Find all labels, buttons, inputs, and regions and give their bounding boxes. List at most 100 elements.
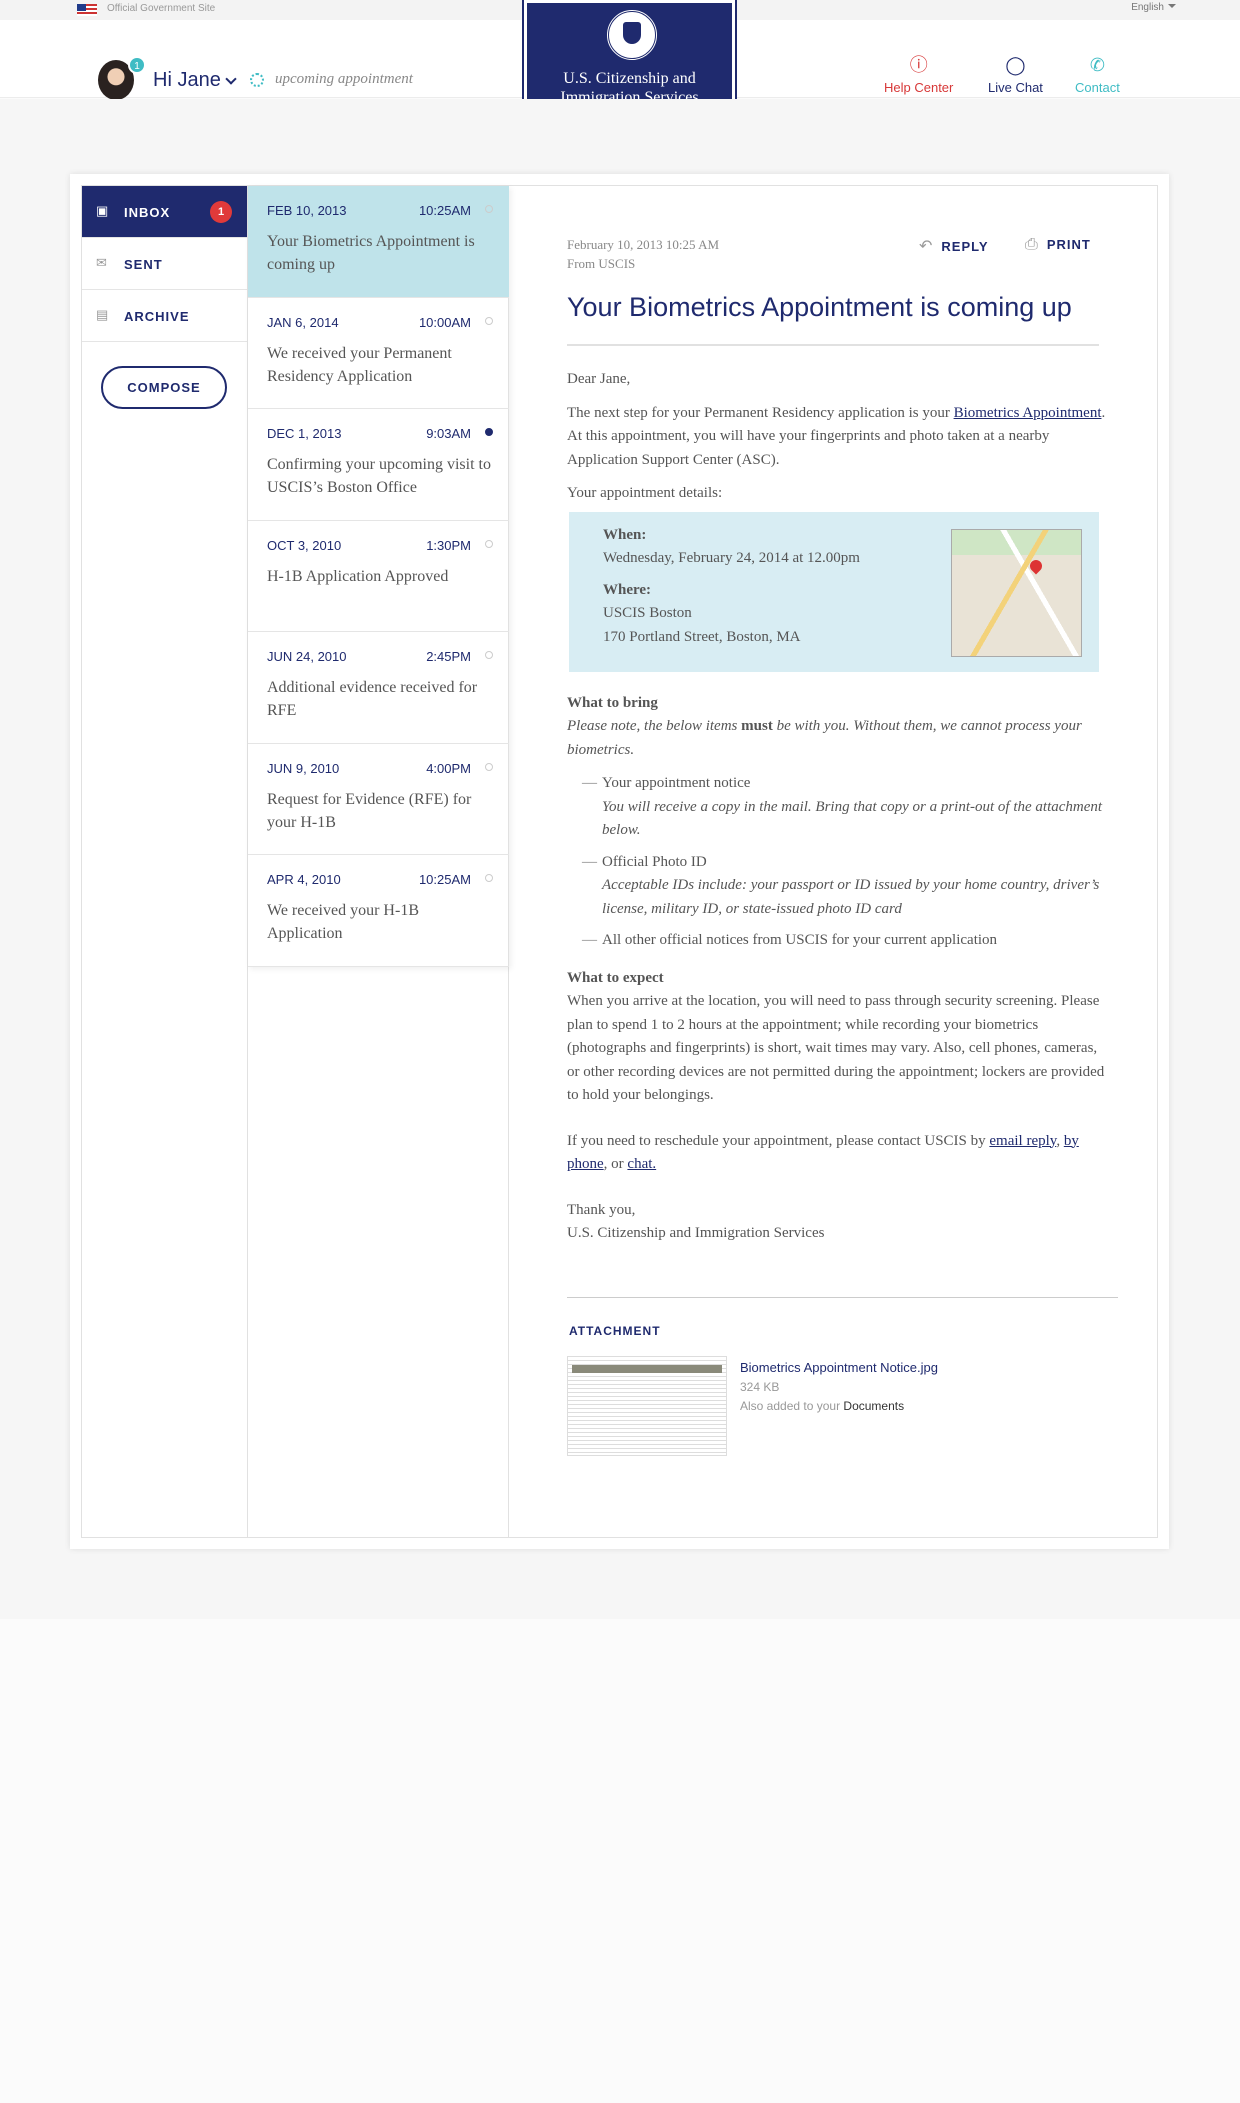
status-text[interactable]: upcoming appointment <box>275 71 413 88</box>
email-from: From USCIS <box>567 256 636 271</box>
expect-text: When you arrive at the location, you wil… <box>567 993 1105 1103</box>
bring-note: Please note, the below items must be wit… <box>567 718 1082 758</box>
seal-icon <box>606 9 658 61</box>
divider <box>567 1297 1118 1298</box>
chat-link[interactable]: chat. <box>627 1156 656 1172</box>
map-pin-icon <box>1027 557 1045 574</box>
reschedule-paragraph: If you need to reschedule your appointme… <box>567 1132 1079 1173</box>
print-button[interactable]: ⎙ PRINT <box>1025 236 1091 254</box>
live-chat-label: Live Chat <box>988 80 1043 95</box>
print-label: PRINT <box>1046 237 1091 252</box>
archive-label: ARCHIVE <box>124 309 190 324</box>
compose-button[interactable]: COMPOSE <box>101 366 227 409</box>
gov-banner-text: Official Government Site <box>107 3 216 14</box>
help-center-label: Help Center <box>884 80 954 95</box>
email-title: Your Biometrics Appointment is coming up <box>567 292 1072 322</box>
list-item: Your appointment notice You will receive… <box>567 772 1107 843</box>
message-list: FEB 10, 2013 10:25AM Your Biometrics App… <box>248 186 509 1537</box>
reply-icon: ↶ <box>919 238 934 255</box>
archive-icon: ▤ <box>96 307 110 322</box>
email-datetime: February 10, 2013 10:25 AM <box>567 237 720 252</box>
phone-icon: ✆ <box>1089 55 1105 75</box>
mailbox-sidebar: ▣ INBOX 1 ✉ SENT ▤ ARCHIVE COMPOSE <box>82 186 248 1537</box>
expect-heading: What to expect <box>567 969 664 986</box>
message-row[interactable]: OCT 3, 2010 1:30PM H-1B Application Appr… <box>248 521 509 632</box>
bring-list: Your appointment notice You will receive… <box>567 772 1107 953</box>
list-item: All other official notices from USCIS fo… <box>567 929 1107 953</box>
map-image[interactable] <box>951 528 1082 657</box>
sun-icon <box>250 73 264 87</box>
chevron-down-icon[interactable] <box>225 73 237 85</box>
read-status-dot[interactable] <box>485 539 493 548</box>
bring-heading: What to bring <box>567 694 658 711</box>
mailbox-card: ▣ INBOX 1 ✉ SENT ▤ ARCHIVE COMPOSE FEB 1… <box>70 174 1169 1549</box>
live-chat-link[interactable]: ◯ Live Chat <box>988 56 1043 95</box>
message-row[interactable]: APR 4, 2010 10:25AM We received your H-1… <box>248 855 509 967</box>
read-status-dot[interactable] <box>485 205 493 213</box>
read-status-dot[interactable] <box>485 762 493 771</box>
message-time: 9:03AM <box>426 426 471 441</box>
signature: U.S. Citizenship and Immigration Service… <box>567 1225 825 1241</box>
message-subject: We received your Permanent Residency App… <box>267 344 452 385</box>
message-subject: Additional evidence received for RFE <box>267 679 478 719</box>
message-time: 10:00AM <box>418 314 471 330</box>
message-time: 10:25AM <box>418 203 471 218</box>
documents-link[interactable]: Documents <box>843 1399 904 1413</box>
message-time: 10:25AM <box>418 872 471 887</box>
message-subject: Your Biometrics Appointment is coming up <box>267 233 475 273</box>
sent-label: SENT <box>124 257 163 272</box>
message-row[interactable]: DEC 1, 2013 9:03AM Confirming your upcom… <box>248 409 509 521</box>
reading-pane: February 10, 2013 10:25 AM From USCIS ↶ R… <box>509 186 1157 1537</box>
message-subject: We received your H-1B Application <box>267 902 419 942</box>
attachment-thumbnail[interactable] <box>567 1356 727 1456</box>
contact-label: Contact <box>1075 80 1120 95</box>
help-center-link[interactable]: ⓘ Help Center <box>884 56 953 95</box>
attachment-size: 324 KB <box>740 1380 780 1394</box>
where-label: Where: <box>603 581 652 598</box>
reply-label: REPLY <box>941 239 989 254</box>
inbox-icon: ▣ <box>96 203 110 218</box>
chat-icon: ◯ <box>1005 55 1026 75</box>
read-status-dot[interactable] <box>485 874 493 882</box>
message-subject: H-1B Application Approved <box>267 567 449 585</box>
flag-icon <box>77 4 97 16</box>
inbox-label: INBOX <box>124 205 171 220</box>
sidebar-item-sent[interactable]: ✉ SENT <box>82 238 247 290</box>
intro-paragraph: The next step for your Permanent Residen… <box>567 404 1106 468</box>
email-greeting: Dear Jane, <box>567 371 631 387</box>
sent-icon: ✉ <box>96 255 108 270</box>
inbox-count-badge: 1 <box>210 201 232 223</box>
message-subject: Request for Evidence (RFE) for your H-1B <box>267 790 472 831</box>
biometrics-appointment-link[interactable]: Biometrics Appointment <box>954 405 1102 421</box>
message-row[interactable]: JAN 6, 2014 10:00AM We received your Per… <box>248 298 509 409</box>
contact-link[interactable]: ✆ Contact <box>1075 56 1120 95</box>
agency-name-line1: U.S. Citizenship and <box>563 70 696 87</box>
unread-status-dot[interactable] <box>485 428 493 436</box>
sidebar-item-archive[interactable]: ▤ ARCHIVE <box>82 290 247 342</box>
sidebar-item-inbox[interactable]: ▣ INBOX 1 <box>82 186 247 238</box>
details-label: Your appointment details: <box>567 485 723 501</box>
attachment-note: Also added to your Documents <box>740 1399 905 1413</box>
message-row[interactable]: JUN 9, 2010 4:00PM Request for Evidence … <box>248 744 509 855</box>
message-time: 4:00PM <box>426 760 471 776</box>
divider <box>567 344 1099 346</box>
message-row[interactable]: FEB 10, 2013 10:25AM Your Biometrics App… <box>248 186 509 298</box>
sign-off: Thank you, <box>567 1201 636 1218</box>
language-select[interactable]: English <box>1131 2 1176 13</box>
appointment-details-box: When: Wednesday, February 24, 2014 at 12… <box>569 511 1099 672</box>
user-greeting[interactable]: Hi Jane <box>153 69 221 92</box>
avatar-badge: 1 <box>128 56 146 74</box>
email-reply-link[interactable]: email reply <box>989 1133 1056 1149</box>
help-icon: ⓘ <box>909 55 928 75</box>
message-time: 1:30PM <box>426 537 471 553</box>
message-time: 2:45PM <box>426 649 471 664</box>
message-subject: Confirming your upcoming visit to USCIS’… <box>267 456 491 496</box>
attachment-filename[interactable]: Biometrics Appointment Notice.jpg <box>740 1360 938 1375</box>
read-status-dot[interactable] <box>485 316 493 325</box>
message-row[interactable]: JUN 24, 2010 2:45PM Additional evidence … <box>248 632 509 744</box>
read-status-dot[interactable] <box>485 651 493 659</box>
when-label: When: <box>603 526 647 543</box>
reply-button[interactable]: ↶ REPLY <box>919 236 989 256</box>
list-item: Official Photo ID Acceptable IDs include… <box>567 851 1107 922</box>
email-body: Dear Jane, The next step for your Perman… <box>567 368 1107 1246</box>
